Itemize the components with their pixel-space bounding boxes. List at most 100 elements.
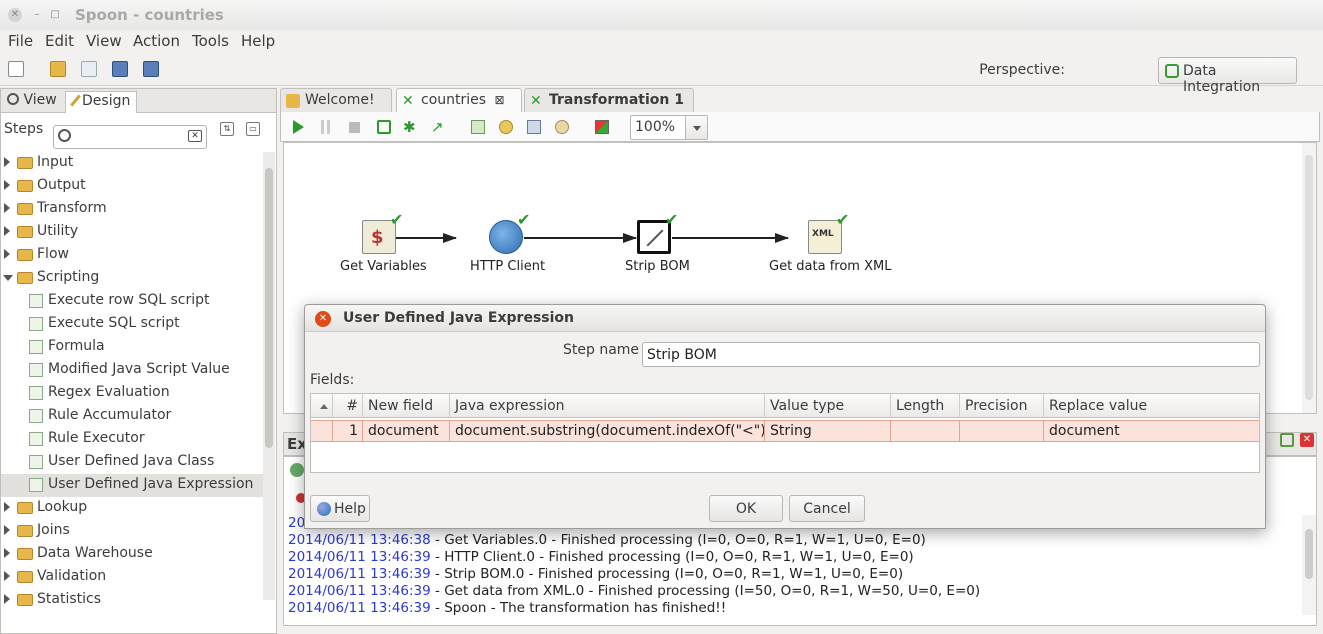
tree-item-category[interactable]: Transform [1, 198, 263, 221]
verify-icon[interactable] [471, 120, 485, 134]
column-header-new-field[interactable]: New field [363, 394, 450, 418]
cell-java-expression[interactable]: document.substring(document.indexOf("<")… [450, 421, 765, 441]
window-close-button[interactable]: ✕ [8, 8, 22, 22]
step-strip-bom[interactable]: ✔ [637, 212, 678, 254]
collapsed-arrow-icon[interactable] [4, 525, 10, 535]
cell-value-type[interactable]: String [765, 421, 891, 441]
tree-item-step[interactable]: User Defined Java Class [1, 451, 263, 474]
window-maximize-button[interactable]: □ [48, 8, 62, 22]
expanded-arrow-icon[interactable] [3, 275, 13, 281]
close-tab-icon[interactable]: ⊠ [495, 93, 505, 107]
sql-icon[interactable] [527, 120, 541, 134]
tab-welcome[interactable]: Welcome! [280, 88, 392, 112]
log-scrollbar[interactable] [1302, 515, 1316, 615]
tree-item-category[interactable]: Input [1, 152, 263, 175]
menu-action[interactable]: Action [133, 32, 180, 50]
close-panel-icon[interactable]: ✕ [1300, 433, 1314, 447]
menu-edit[interactable]: Edit [45, 32, 74, 50]
collapsed-arrow-icon[interactable] [4, 249, 10, 259]
run-icon[interactable] [293, 120, 304, 134]
tree-item-category[interactable]: Lookup [1, 497, 263, 520]
save-icon[interactable] [112, 61, 128, 77]
tab-design[interactable]: Design [65, 91, 138, 113]
step-name-input[interactable] [642, 342, 1260, 367]
save-as-icon[interactable] [143, 61, 159, 77]
replay-icon[interactable]: ↗ [431, 120, 445, 135]
row-selector[interactable] [311, 421, 333, 441]
column-header-precision[interactable]: Precision [960, 394, 1044, 418]
menu-tools[interactable]: Tools [192, 32, 229, 50]
cell-replace-value[interactable]: document [1044, 421, 1259, 441]
column-header-replace-value[interactable]: Replace value [1044, 394, 1259, 418]
collapsed-arrow-icon[interactable] [4, 594, 10, 604]
collapsed-arrow-icon[interactable] [4, 226, 10, 236]
debug-icon[interactable]: ✱ [403, 120, 417, 135]
column-header-value-type[interactable]: Value type [765, 394, 891, 418]
zoom-select[interactable]: 100% [630, 115, 708, 140]
tree-item-category[interactable]: Data Warehouse [1, 543, 263, 566]
clear-search-icon[interactable]: ✕ [188, 130, 202, 142]
cell-new-field[interactable]: document [363, 421, 450, 441]
tree-item-step[interactable]: Regex Evaluation [1, 382, 263, 405]
tree-item-step[interactable]: Modified Java Script Value [1, 359, 263, 382]
collapsed-arrow-icon[interactable] [4, 571, 10, 581]
tree-item-category[interactable]: Flow [1, 244, 263, 267]
tree-item-category[interactable]: Statistics [1, 589, 263, 612]
perspective-button[interactable]: Data Integration [1158, 57, 1297, 95]
tree-item-category[interactable]: Output [1, 175, 263, 198]
show-results-icon[interactable] [595, 120, 609, 134]
preview-icon[interactable] [377, 120, 391, 134]
tree-item-category[interactable]: Utility [1, 221, 263, 244]
steps-scrollbar[interactable] [263, 152, 275, 600]
open-folder-icon[interactable] [50, 61, 66, 77]
step-get-data-from-xml[interactable]: XML ✔ [808, 212, 849, 254]
tree-item-step[interactable]: Rule Executor [1, 428, 263, 451]
menu-file[interactable]: File [8, 32, 33, 50]
stop-icon[interactable] [349, 122, 360, 133]
canvas-scrollbar[interactable] [1302, 143, 1316, 413]
maximize-panel-icon[interactable] [1280, 433, 1294, 447]
hop-arrow[interactable] [396, 233, 457, 243]
steps-search-input[interactable]: ✕ [53, 125, 207, 149]
cell-length[interactable] [891, 421, 960, 441]
collapsed-arrow-icon[interactable] [4, 157, 10, 167]
hop-arrow[interactable] [524, 233, 637, 243]
tree-item-step[interactable]: Formula [1, 336, 263, 359]
hop-arrow[interactable] [672, 233, 789, 243]
cell-precision[interactable] [960, 421, 1044, 441]
tree-item-step[interactable]: Execute row SQL script [1, 290, 263, 313]
ok-button[interactable]: OK [709, 495, 783, 522]
tab-transformation-1[interactable]: ✕ Transformation 1 [524, 88, 694, 112]
new-file-icon[interactable] [8, 61, 24, 77]
tree-item-step[interactable]: User Defined Java Expression [1, 474, 263, 497]
column-header-java-expression[interactable]: Java expression [450, 394, 765, 418]
help-button[interactable]: Help [310, 495, 370, 522]
tree-item-category[interactable]: Scripting [1, 267, 263, 290]
pause-icon[interactable] [321, 120, 331, 134]
chevron-down-icon[interactable] [685, 116, 707, 139]
explore-repository-icon[interactable] [81, 61, 97, 77]
impact-icon[interactable] [499, 120, 513, 134]
menu-view[interactable]: View [86, 32, 122, 50]
tree-item-category[interactable]: Joins [1, 520, 263, 543]
window-minimize-button[interactable]: – [30, 8, 44, 22]
explore-db-icon[interactable] [555, 120, 569, 134]
cancel-button[interactable]: Cancel [789, 495, 865, 522]
column-header-number[interactable]: # [333, 394, 363, 418]
dialog-close-icon[interactable]: ✕ [315, 311, 331, 327]
menu-help[interactable]: Help [241, 32, 275, 50]
tab-view[interactable]: View [7, 92, 57, 108]
table-row[interactable]: 1 document document.substring(document.i… [311, 420, 1259, 442]
step-get-variables[interactable]: $ ✔ [362, 212, 403, 254]
collapsed-arrow-icon[interactable] [4, 180, 10, 190]
collapse-all-button[interactable]: ▭ [246, 122, 260, 136]
column-header-length[interactable]: Length [891, 394, 960, 418]
collapsed-arrow-icon[interactable] [4, 502, 10, 512]
log-toolbar-icon[interactable] [290, 463, 304, 477]
tab-countries[interactable]: ✕ countries ⊠ [396, 88, 522, 112]
sort-column-header[interactable] [311, 394, 333, 418]
tree-item-step[interactable]: Rule Accumulator [1, 405, 263, 428]
tree-item-step[interactable]: Execute SQL script [1, 313, 263, 336]
expand-all-button[interactable]: ⇅ [220, 122, 234, 136]
collapsed-arrow-icon[interactable] [4, 548, 10, 558]
